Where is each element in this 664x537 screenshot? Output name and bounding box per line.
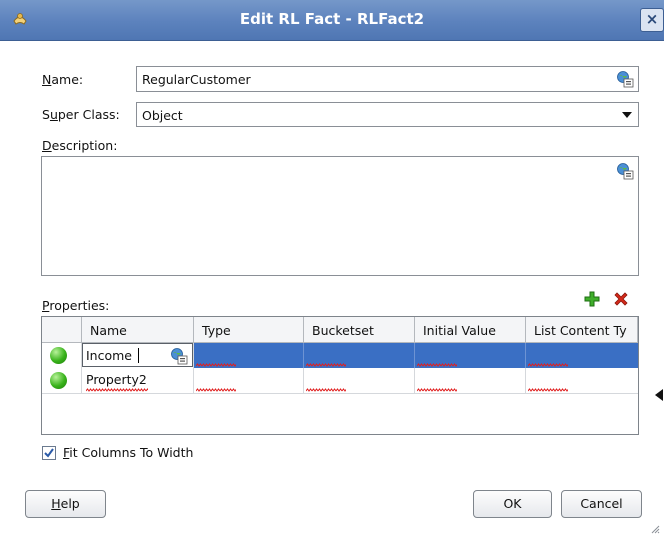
window-title: Edit RL Fact - RLFact2 <box>239 10 425 28</box>
error-squiggle <box>417 388 457 392</box>
resize-grip-icon[interactable] <box>650 524 660 534</box>
name-label: Name: <box>42 72 84 87</box>
edit-rl-fact-dialog: Edit RL Fact - RLFact2 × Name: RegularCu… <box>0 0 664 537</box>
plus-icon[interactable] <box>583 290 601 308</box>
name-value: RegularCustomer <box>142 72 251 87</box>
close-button[interactable]: × <box>640 8 664 32</box>
error-squiggle <box>196 388 236 392</box>
table-row[interactable]: Property2 <box>42 368 638 394</box>
name-cell-editor[interactable]: Income <box>82 343 194 368</box>
column-header-list-content[interactable]: List Content Ty <box>526 317 638 343</box>
bucketset-cell[interactable] <box>304 368 415 393</box>
list-content-cell[interactable] <box>526 343 638 368</box>
table-header-status <box>42 317 82 343</box>
column-header-name[interactable]: Name <box>82 317 194 343</box>
ok-button[interactable]: OK <box>473 490 552 518</box>
name-cell-value: Income <box>86 348 132 363</box>
status-green-icon <box>50 372 67 389</box>
text-cursor <box>138 348 139 363</box>
translate-icon[interactable] <box>616 162 634 180</box>
delete-x-icon[interactable] <box>612 290 630 308</box>
fit-columns-checkbox[interactable] <box>42 446 56 460</box>
status-green-icon <box>50 347 67 364</box>
column-header-bucketset[interactable]: Bucketset <box>304 317 415 343</box>
type-cell[interactable] <box>194 343 304 368</box>
table-row[interactable]: Income <box>42 343 638 368</box>
fit-columns-label[interactable]: Fit Columns To Width <box>63 445 193 460</box>
name-field[interactable]: RegularCustomer <box>136 66 639 92</box>
cancel-button[interactable]: Cancel <box>561 490 642 518</box>
chevron-down-icon[interactable] <box>622 112 632 118</box>
translate-icon[interactable] <box>170 347 188 365</box>
list-content-cell[interactable] <box>526 368 638 393</box>
translate-icon[interactable] <box>616 70 634 88</box>
error-squiggle <box>306 388 346 392</box>
row-status <box>42 368 82 393</box>
checkmark-icon <box>44 448 54 458</box>
help-button[interactable]: Help <box>25 490 106 518</box>
error-squiggle <box>196 363 236 367</box>
super-class-value: Object <box>142 108 183 123</box>
super-class-select[interactable]: Object <box>136 102 639 127</box>
super-class-label: Super Class: <box>42 107 120 122</box>
description-textarea[interactable] <box>41 156 639 276</box>
resize-cursor-icon <box>655 389 663 401</box>
column-header-initial-value[interactable]: Initial Value <box>415 317 526 343</box>
bucketset-cell[interactable] <box>304 343 415 368</box>
properties-table: Name Type Bucketset Initial Value List C… <box>41 316 639 435</box>
column-header-type[interactable]: Type <box>194 317 304 343</box>
initial-value-cell[interactable] <box>415 368 526 393</box>
initial-value-cell[interactable] <box>415 343 526 368</box>
name-cell[interactable]: Property2 <box>82 368 194 393</box>
description-label: Description: <box>42 138 118 153</box>
row-status <box>42 343 82 368</box>
error-squiggle <box>86 388 148 392</box>
properties-label: Properties: <box>42 298 110 313</box>
title-bar[interactable]: Edit RL Fact - RLFact2 × <box>0 0 664 41</box>
error-squiggle <box>528 363 568 367</box>
close-icon: × <box>645 10 659 28</box>
type-cell[interactable] <box>194 368 304 393</box>
error-squiggle <box>528 388 568 392</box>
error-squiggle <box>306 363 346 367</box>
error-squiggle <box>417 363 457 367</box>
